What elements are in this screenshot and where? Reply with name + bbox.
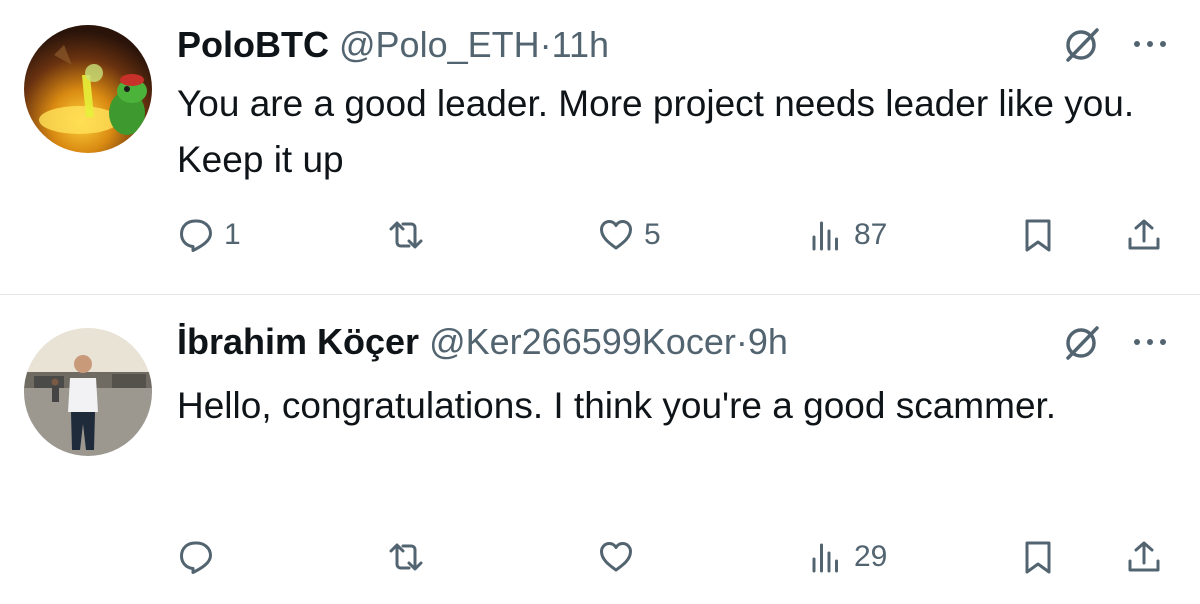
- avatar[interactable]: [24, 328, 152, 456]
- reply-count: 1: [224, 218, 241, 251]
- share-icon: [1128, 541, 1160, 572]
- reply-item[interactable]: PoloBTC @Polo_ETH·11h You are a good lea…: [0, 0, 1200, 294]
- more-icon[interactable]: [1128, 320, 1172, 364]
- share-button[interactable]: [1126, 537, 1162, 577]
- share-icon: [1128, 219, 1160, 250]
- heart-icon: [600, 542, 632, 572]
- views-count: 87: [854, 218, 888, 251]
- avatar-image: [24, 25, 152, 153]
- reply-icon: [180, 219, 212, 252]
- repost-icon: [389, 221, 423, 249]
- bookmark-button[interactable]: [1020, 537, 1056, 577]
- repost-button[interactable]: [388, 215, 434, 255]
- repost-icon: [389, 543, 423, 571]
- bookmark-icon: [1025, 541, 1051, 574]
- share-button[interactable]: [1126, 215, 1162, 255]
- grok-icon[interactable]: [1060, 320, 1104, 364]
- reply-button[interactable]: 1: [178, 215, 241, 255]
- repost-button[interactable]: [388, 537, 434, 577]
- heart-icon: [600, 220, 632, 250]
- grok-icon[interactable]: [1060, 22, 1104, 66]
- time-separator: ·: [539, 24, 552, 65]
- display-name[interactable]: İbrahim Köçer: [177, 321, 419, 362]
- time-separator: ·: [735, 321, 748, 362]
- reply-text: Hello, congratulations. I think you're a…: [177, 385, 1057, 426]
- reply-header: PoloBTC @Polo_ETH·11h: [177, 23, 609, 67]
- like-button[interactable]: 5: [598, 215, 661, 255]
- user-handle[interactable]: @Polo_ETH: [339, 24, 540, 65]
- views-icon: [812, 221, 838, 251]
- display-name[interactable]: PoloBTC: [177, 24, 329, 65]
- reply-icon: [180, 541, 212, 574]
- views-count: 29: [854, 540, 888, 573]
- avatar-image: [24, 328, 152, 456]
- reply-item[interactable]: İbrahim Köçer @Ker266599Kocer·9h Hello, …: [0, 295, 1200, 604]
- like-button[interactable]: [598, 537, 644, 577]
- views-icon: [812, 543, 838, 573]
- views-button[interactable]: 87: [808, 215, 887, 255]
- reply-header: İbrahim Köçer @Ker266599Kocer·9h: [177, 320, 788, 364]
- timestamp[interactable]: 9h: [748, 321, 788, 362]
- timestamp[interactable]: 11h: [552, 24, 609, 65]
- bookmark-icon: [1025, 219, 1051, 252]
- more-icon[interactable]: [1128, 22, 1172, 66]
- views-button[interactable]: 29: [808, 537, 887, 577]
- reply-button[interactable]: [178, 537, 224, 577]
- avatar[interactable]: [24, 25, 152, 153]
- like-count: 5: [644, 218, 661, 251]
- reply-text: You are a good leader. More project need…: [177, 83, 1135, 180]
- bookmark-button[interactable]: [1020, 215, 1056, 255]
- user-handle[interactable]: @Ker266599Kocer: [429, 321, 736, 362]
